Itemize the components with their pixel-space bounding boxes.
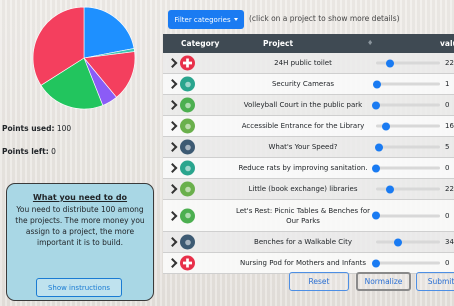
project-name[interactable]: Nursing Pod for Mothers and Infants [233, 258, 373, 268]
allocation-value: 1 [445, 80, 450, 88]
projects-table: Category Project ♦ valu 24H public toile… [163, 34, 454, 274]
chevron-right-icon[interactable] [167, 100, 178, 110]
points-left: Points left: 0 [2, 147, 56, 156]
show-instructions-button[interactable]: Show instructions [36, 278, 122, 297]
allocation-value: 22 [445, 185, 454, 193]
header-project[interactable]: Project [263, 39, 293, 48]
project-name[interactable]: Let's Rest: Picnic Tables & Benches for … [233, 206, 373, 226]
allocation-slider[interactable] [372, 101, 440, 109]
slider-handle[interactable] [382, 122, 391, 130]
chevron-right-icon[interactable] [167, 210, 178, 221]
project-name[interactable]: 24H public toilet [233, 58, 373, 68]
allocation-value: 34 [445, 238, 454, 246]
slider-handle[interactable] [372, 211, 380, 220]
points-used: Points used: 100 [2, 124, 71, 133]
slider-handle[interactable] [372, 80, 381, 88]
culture-icon [180, 118, 195, 134]
table-header: Category Project ♦ valu [163, 34, 454, 53]
table-row[interactable]: 24H public toilet 22 [163, 53, 454, 74]
filter-categories-label: Filter categories [174, 15, 231, 24]
allocation-value: 0 [445, 259, 450, 267]
project-name[interactable]: Little (book exchange) libraries [233, 184, 373, 194]
points-used-value: 100 [56, 124, 72, 133]
filter-categories-button[interactable]: Filter categories [168, 10, 244, 29]
road-icon [180, 139, 195, 155]
allocation-value: 16 [445, 122, 454, 130]
points-left-label: Points left: [2, 147, 49, 156]
chevron-right-icon[interactable] [167, 121, 178, 131]
slider-handle[interactable] [372, 101, 380, 109]
allocation-slider[interactable] [376, 185, 440, 193]
allocation-pie-chart [32, 6, 136, 110]
table-row[interactable]: Little (book exchange) libraries 22 [163, 179, 454, 200]
road-icon [180, 234, 195, 250]
allocation-value: 0 [445, 211, 450, 220]
allocation-slider[interactable] [375, 143, 440, 151]
allocation-slider[interactable] [376, 122, 440, 130]
project-name[interactable]: Benches for a Walkable City [233, 237, 373, 247]
instructions-box: What you need to do You need to distribu… [6, 183, 154, 301]
health-cross-icon [180, 255, 195, 271]
chevron-right-icon[interactable] [167, 184, 178, 194]
chevron-right-icon[interactable] [167, 258, 178, 268]
slider-handle[interactable] [386, 185, 395, 193]
camera-icon [180, 76, 195, 92]
chevron-right-icon[interactable] [167, 142, 178, 152]
points-left-value: 0 [51, 147, 56, 156]
instructions-text: You need to distribute 100 among the pro… [15, 205, 145, 247]
project-name[interactable]: Volleyball Court in the public park [233, 100, 373, 110]
allocation-slider[interactable] [376, 238, 440, 246]
header-value[interactable]: valu [440, 39, 454, 48]
allocation-slider[interactable] [372, 259, 440, 267]
chevron-right-icon[interactable] [167, 58, 178, 68]
table-row[interactable]: What's Your Speed? 5 [163, 137, 454, 158]
points-used-label: Points used: [2, 124, 55, 133]
table-row[interactable]: Let's Rest: Picnic Tables & Benches for … [163, 200, 454, 232]
left-panel: Points used: 100 Points left: 0 What you… [0, 0, 162, 306]
normalize-button[interactable]: Normalize [356, 272, 411, 291]
allocation-value: 22 [445, 59, 454, 67]
allocation-value: 5 [445, 143, 450, 151]
chevron-right-icon[interactable] [167, 163, 178, 173]
project-name[interactable]: Security Cameras [233, 79, 373, 89]
table-row[interactable]: Benches for a Walkable City 34 [163, 232, 454, 253]
slider-handle[interactable] [375, 143, 384, 151]
project-name[interactable]: Accessible Entrance for the Library [233, 121, 373, 131]
slider-handle[interactable] [372, 164, 380, 172]
table-body: 24H public toilet 22 Security Cameras 1 Voll… [163, 53, 454, 274]
slider-handle[interactable] [372, 259, 380, 267]
allocation-slider[interactable] [376, 59, 440, 67]
project-name[interactable]: What's Your Speed? [233, 142, 373, 152]
table-row[interactable]: Accessible Entrance for the Library 16 [163, 116, 454, 137]
park-icon [180, 97, 195, 113]
slider-handle[interactable] [393, 238, 402, 246]
health-cross-icon [180, 55, 195, 71]
sort-icon[interactable]: ♦ [367, 39, 373, 47]
allocation-slider[interactable] [372, 211, 440, 220]
culture-icon [180, 181, 195, 197]
chevron-right-icon[interactable] [167, 79, 178, 89]
instructions-title: What you need to do [32, 193, 128, 202]
allocation-slider[interactable] [372, 164, 440, 172]
allocation-value: 0 [445, 164, 450, 172]
header-category[interactable]: Category [181, 39, 219, 48]
allocation-slider[interactable] [372, 80, 440, 88]
park-icon [180, 208, 195, 223]
slider-handle[interactable] [386, 59, 395, 67]
submit-button[interactable]: Submit [416, 272, 454, 291]
table-row[interactable]: Nursing Pod for Mothers and Infants 0 [163, 253, 454, 274]
environment-icon [180, 160, 195, 176]
reset-button[interactable]: Reset [289, 272, 349, 291]
chevron-right-icon[interactable] [167, 237, 178, 247]
project-name[interactable]: Reduce rats by improving sanitation. [233, 163, 373, 173]
table-row[interactable]: Volleyball Court in the public park 0 [163, 95, 454, 116]
caret-down-icon [233, 18, 238, 21]
table-row[interactable]: Security Cameras 1 [163, 74, 454, 95]
table-hint: (click on a project to show more details… [249, 14, 400, 23]
table-row[interactable]: Reduce rats by improving sanitation. 0 [163, 158, 454, 179]
allocation-value: 0 [445, 101, 450, 109]
